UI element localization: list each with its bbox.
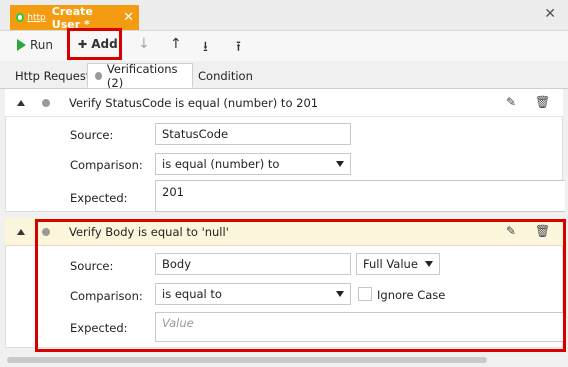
chevron-down-icon — [336, 161, 344, 167]
status-dot-icon — [42, 99, 50, 107]
document-tab[interactable]: http Create User * ✕ — [10, 4, 139, 31]
tab-close-icon[interactable]: ✕ — [123, 10, 134, 25]
verification-highlight-box — [35, 219, 566, 352]
add-button[interactable]: ✚ Add — [78, 37, 118, 51]
tab-label: Condition — [198, 68, 253, 83]
tab-condition[interactable]: Condition — [198, 63, 253, 88]
source-field[interactable]: StatusCode — [155, 123, 351, 145]
collapse-caret-icon[interactable] — [17, 228, 25, 235]
tab-label: Verifications (2) — [106, 61, 178, 90]
status-dot-icon — [16, 13, 25, 22]
expand-all-icon[interactable]: ⭱ — [236, 36, 241, 60]
run-label: Run — [30, 38, 54, 52]
tab-title: Create User * — [51, 4, 93, 31]
comparison-label: Comparison: — [70, 158, 143, 172]
comparison-value: is equal (number) to — [162, 157, 280, 171]
expected-value: 201 — [162, 185, 184, 199]
edit-icon[interactable]: ✎ — [506, 95, 516, 109]
sub-tab-bar: Http Request Verifications (2) Condition — [0, 61, 568, 90]
verification-header[interactable]: Verify StatusCode is equal (number) to 2… — [5, 89, 563, 117]
status-dot-icon — [95, 71, 102, 80]
expected-field[interactable]: 201 — [155, 180, 565, 212]
window-close-icon[interactable]: ✕ — [544, 6, 556, 22]
verification-title: Verify StatusCode is equal (number) to 2… — [69, 95, 319, 110]
collapse-caret-icon[interactable] — [17, 99, 25, 106]
comparison-select[interactable]: is equal (number) to — [155, 153, 351, 175]
add-label: Add — [91, 37, 118, 51]
delete-icon[interactable]: 🗑 — [535, 95, 550, 109]
expected-label: Expected: — [70, 191, 128, 205]
tab-label: Http Request — [15, 68, 91, 83]
play-icon — [17, 39, 26, 51]
move-up-icon[interactable]: ↑ — [170, 36, 182, 52]
source-label: Source: — [70, 128, 114, 142]
source-value: StatusCode — [162, 127, 229, 141]
collapse-all-icon[interactable]: ⭳ — [203, 36, 208, 60]
run-button[interactable]: Run — [17, 38, 53, 52]
plus-icon: ✚ — [78, 37, 88, 51]
tab-http-request[interactable]: Http Request — [15, 63, 90, 88]
move-down-icon[interactable]: ↓ — [138, 36, 150, 52]
http-badge: http — [27, 12, 46, 23]
horizontal-scrollbar[interactable] — [7, 357, 487, 363]
tab-verifications[interactable]: Verifications (2) — [87, 61, 193, 90]
